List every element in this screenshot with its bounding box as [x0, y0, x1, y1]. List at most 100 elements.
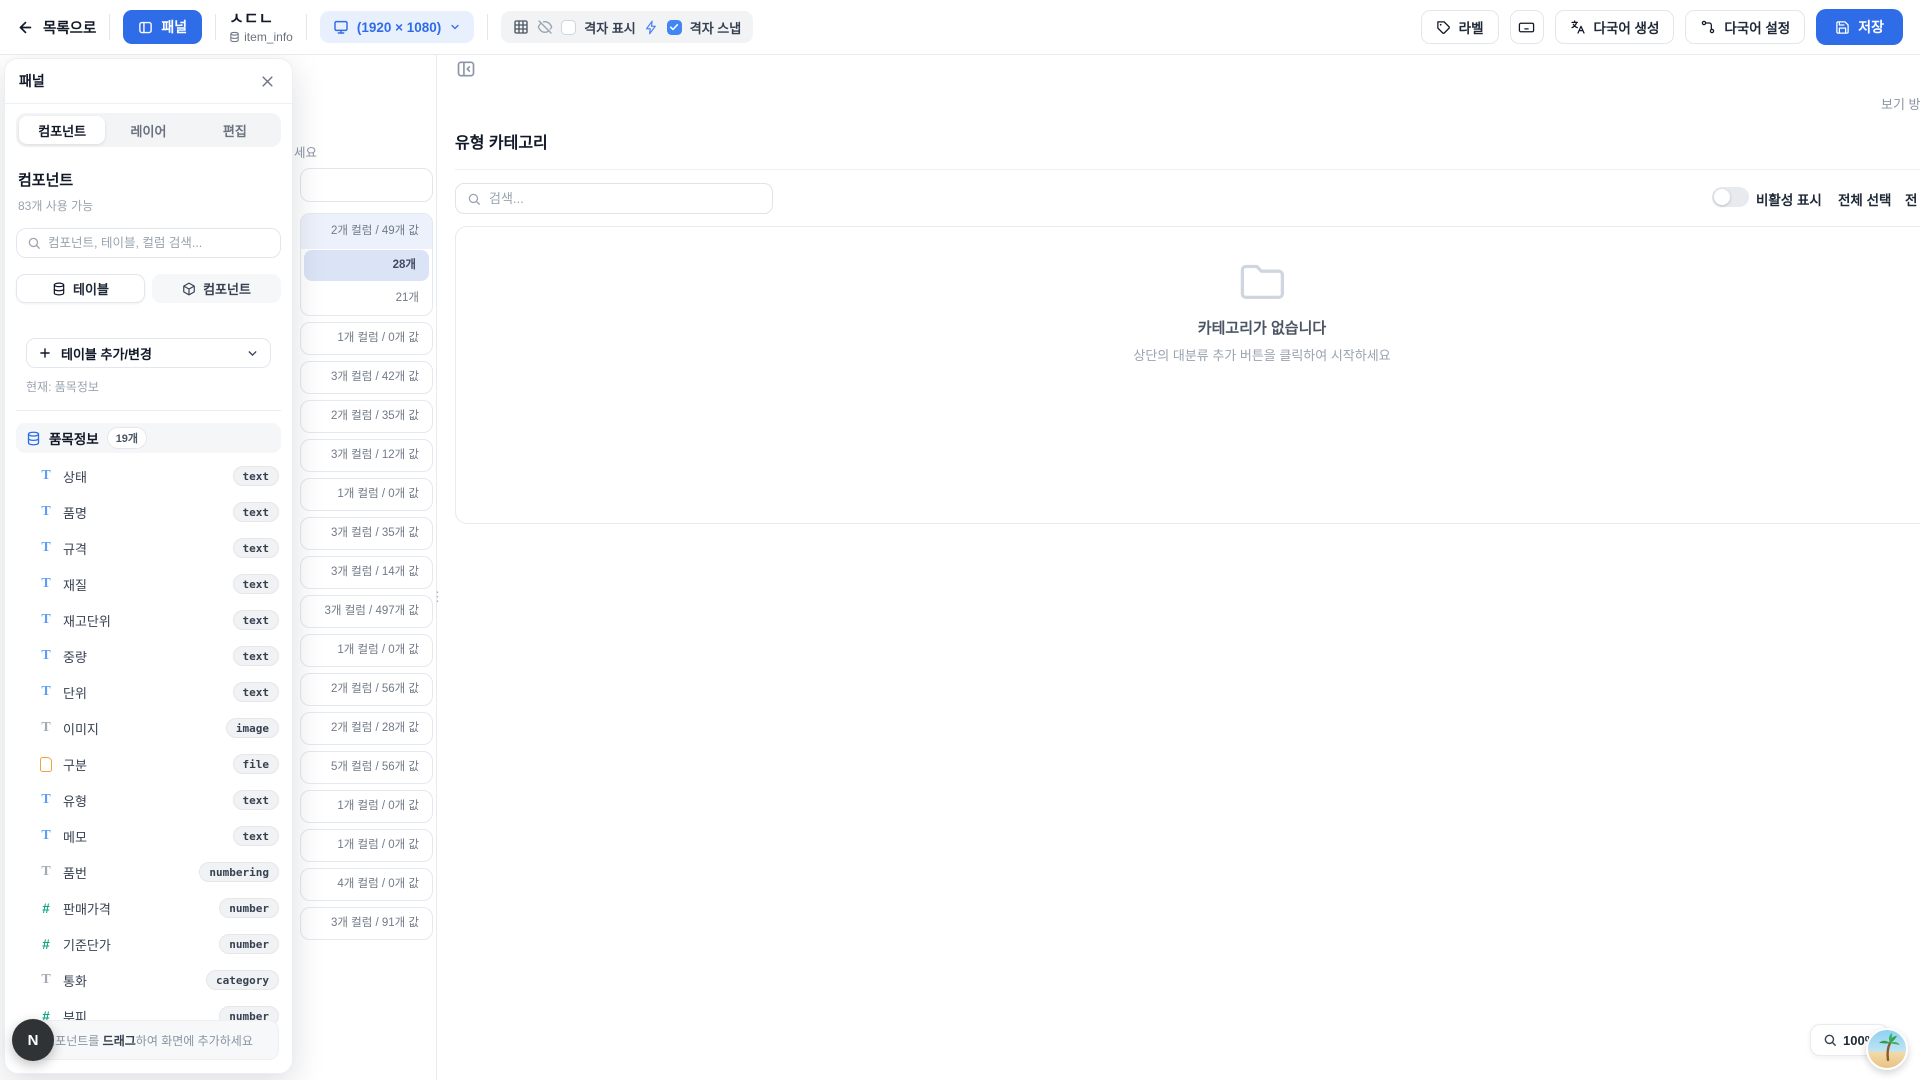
monitor-icon	[333, 19, 349, 35]
field-type-badge: file	[233, 754, 280, 774]
category-search[interactable]	[455, 183, 773, 214]
field-name: 판매가격	[63, 899, 111, 918]
table-list-search-input[interactable]	[300, 168, 433, 202]
clipped-action-button[interactable]: 전	[1905, 189, 1917, 209]
column-resize-handle[interactable]: ⋮	[431, 586, 443, 608]
table-card-child[interactable]: 28개	[304, 250, 429, 281]
table-card[interactable]: 3개 컬럼 / 42개 값	[300, 361, 433, 394]
field-row[interactable]: 판매가격 number	[16, 890, 281, 926]
table-card[interactable]: 3개 컬럼 / 497개 값	[300, 595, 433, 628]
grid-show-checkbox[interactable]	[561, 20, 576, 35]
table-card-meta: 3개 컬럼 / 14개 값	[301, 557, 432, 588]
table-card-meta: 1개 컬럼 / 0개 값	[301, 479, 432, 510]
table-group-name: 품목정보	[49, 428, 99, 448]
save-icon	[1835, 20, 1850, 35]
table-card[interactable]: 3개 컬럼 / 35개 값	[300, 517, 433, 550]
i18n-settings-label: 다국어 설정	[1724, 17, 1790, 37]
field-type-badge: text	[233, 502, 280, 522]
island-theme-icon[interactable]	[1866, 1028, 1908, 1070]
table-card-meta: 3개 컬럼 / 497개 값	[301, 596, 432, 627]
save-button-label: 저장	[1858, 17, 1884, 37]
panel-icon	[138, 20, 153, 35]
field-row[interactable]: 단위 text	[16, 674, 281, 710]
tab-layers[interactable]: 레이어	[105, 116, 191, 144]
field-type-icon	[37, 720, 55, 736]
resolution-dropdown[interactable]: (1920 × 1080)	[320, 11, 474, 43]
table-card[interactable]: 3개 컬럼 / 91개 값	[300, 907, 433, 940]
table-card[interactable]: 3개 컬럼 / 14개 값	[300, 556, 433, 589]
table-card[interactable]: 1개 컬럼 / 0개 값	[300, 634, 433, 667]
i18n-generate-label: 다국어 생성	[1594, 17, 1660, 37]
toolbar-divider	[487, 14, 488, 40]
table-card-meta: 2개 컬럼 / 35개 값	[301, 401, 432, 432]
collapse-sidebar-icon[interactable]	[456, 58, 478, 80]
field-type-icon	[37, 612, 55, 628]
select-all-button[interactable]: 전체 선택	[1838, 189, 1891, 209]
field-row[interactable]: 이미지 image	[16, 710, 281, 746]
label-button[interactable]: 라벨	[1421, 10, 1499, 44]
table-card[interactable]: 1개 컬럼 / 0개 값	[300, 829, 433, 862]
field-row[interactable]: 재질 text	[16, 566, 281, 602]
save-button[interactable]: 저장	[1816, 9, 1903, 45]
table-card[interactable]: 5개 컬럼 / 56개 값	[300, 751, 433, 784]
panel-tab-bar: 컴포넌트 레이어 편집	[16, 113, 281, 147]
table-card[interactable]: 2개 컬럼 / 35개 값	[300, 400, 433, 433]
table-card[interactable]: 1개 컬럼 / 0개 값	[300, 790, 433, 823]
source-tab-component[interactable]: 컴포넌트	[152, 274, 281, 303]
panel-button-label: 패널	[161, 17, 187, 37]
component-search-input[interactable]	[48, 236, 270, 250]
field-row[interactable]: 품번 numbering	[16, 854, 281, 890]
field-name: 통화	[63, 971, 87, 990]
add-table-dropdown[interactable]: 테이블 추가/변경	[26, 338, 271, 368]
component-search[interactable]	[16, 228, 281, 258]
field-row[interactable]: 품명 text	[16, 494, 281, 530]
field-type-badge: numbering	[199, 862, 279, 882]
field-type-icon	[37, 540, 55, 556]
search-icon	[27, 236, 41, 250]
field-row[interactable]: 유형 text	[16, 782, 281, 818]
field-type-icon	[37, 468, 55, 484]
close-icon[interactable]	[256, 70, 278, 92]
tab-components[interactable]: 컴포넌트	[19, 116, 105, 144]
eye-off-icon[interactable]	[537, 19, 553, 35]
field-name: 재고단위	[63, 611, 111, 630]
table-card-meta[interactable]: 2개 컬럼 / 49개 값	[301, 214, 432, 249]
field-name: 유형	[63, 791, 87, 810]
field-name: 구분	[63, 755, 87, 774]
field-row[interactable]: 재고단위 text	[16, 602, 281, 638]
table-card[interactable]: 2개 컬럼 / 28개 값	[300, 712, 433, 745]
table-card-selected[interactable]: 2개 컬럼 / 49개 값 28개 21개	[300, 213, 433, 316]
show-inactive-toggle[interactable]	[1712, 187, 1749, 207]
field-row[interactable]: 기준단가 number	[16, 926, 281, 962]
table-group-header[interactable]: 품목정보 19개	[16, 423, 281, 453]
toolbar-divider	[109, 14, 110, 40]
shortcut-keyboard-button[interactable]	[1510, 10, 1544, 44]
field-row[interactable]: 통화 category	[16, 962, 281, 998]
i18n-settings-button[interactable]: 다국어 설정	[1685, 10, 1805, 44]
field-row[interactable]: 규격 text	[16, 530, 281, 566]
field-row[interactable]: 상태 text	[16, 458, 281, 494]
field-row[interactable]: 중량 text	[16, 638, 281, 674]
table-card[interactable]: 4개 컬럼 / 0개 값	[300, 868, 433, 901]
resolution-value: (1920 × 1080)	[357, 20, 441, 35]
table-card[interactable]: 3개 컬럼 / 12개 값	[300, 439, 433, 472]
chevron-down-icon	[246, 347, 259, 360]
i18n-generate-button[interactable]: 다국어 생성	[1555, 10, 1675, 44]
source-tab-table[interactable]: 테이블	[16, 274, 145, 303]
field-type-icon	[37, 828, 55, 844]
source-tab-component-label: 컴포넌트	[203, 279, 251, 298]
branch-icon	[1700, 19, 1716, 35]
panel-toggle-button[interactable]: 패널	[123, 10, 202, 44]
table-card[interactable]: 1개 컬럼 / 0개 값	[300, 322, 433, 355]
tab-edit[interactable]: 편집	[192, 116, 278, 144]
category-search-input[interactable]	[489, 191, 761, 206]
table-card[interactable]: 1개 컬럼 / 0개 값	[300, 478, 433, 511]
field-row[interactable]: 구분 file	[16, 746, 281, 782]
plus-icon	[38, 346, 52, 360]
grid-snap-checkbox[interactable]	[667, 20, 682, 35]
back-button[interactable]: 목록으로	[17, 17, 96, 38]
view-mode-label[interactable]: 보기 방식	[1881, 94, 1920, 113]
field-row[interactable]: 메모 text	[16, 818, 281, 854]
table-card[interactable]: 2개 컬럼 / 56개 값	[300, 673, 433, 706]
table-card-child[interactable]: 21개	[301, 282, 432, 315]
